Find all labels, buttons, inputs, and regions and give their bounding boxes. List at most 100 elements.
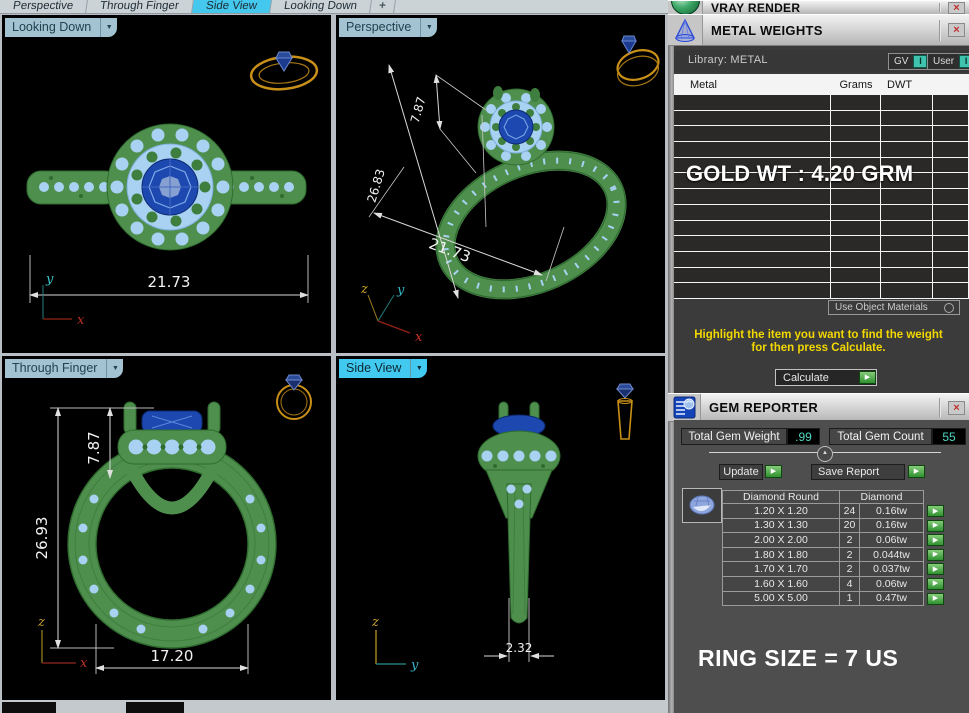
tab-side-view[interactable]: Side View bbox=[192, 0, 272, 13]
gem-row-play-button[interactable] bbox=[927, 505, 944, 517]
gold-weight-overlay: GOLD WT : 4.20 GRM bbox=[686, 161, 951, 187]
close-icon[interactable] bbox=[948, 23, 965, 37]
chevron-down-icon[interactable] bbox=[410, 359, 427, 378]
add-viewport-tab-button[interactable]: + bbox=[370, 0, 396, 13]
metal-table-cell bbox=[933, 111, 969, 126]
metal-table-cell bbox=[933, 142, 969, 157]
metal-table-cell bbox=[831, 142, 881, 157]
gem-table-row[interactable]: 5.00 X 5.0010.47tw bbox=[722, 592, 944, 607]
metal-table-cell bbox=[933, 189, 969, 204]
ring-render-front-view[interactable]: 7.87 26.93 17.20 z x bbox=[2, 356, 331, 700]
gem-table-row[interactable]: 2.00 X 2.0020.06tw bbox=[722, 533, 944, 548]
gem-row-play-button[interactable] bbox=[927, 549, 944, 561]
tab-perspective[interactable]: Perspective bbox=[0, 0, 88, 13]
gem-row-play-button[interactable] bbox=[927, 520, 944, 532]
chevron-down-icon[interactable] bbox=[420, 18, 437, 37]
save-report-button[interactable]: Save Report bbox=[811, 464, 905, 480]
viewport-title: Perspective bbox=[339, 18, 420, 37]
chevron-down-icon[interactable] bbox=[106, 359, 123, 378]
toggle-indicator: I bbox=[959, 55, 969, 68]
play-icon[interactable] bbox=[859, 371, 876, 384]
metal-table-cell bbox=[881, 252, 933, 267]
metal-table-cell bbox=[881, 268, 933, 283]
viewport-through-finger[interactable]: Through Finger bbox=[2, 356, 331, 700]
vray-render-panel-header[interactable]: VRAY RENDER bbox=[668, 0, 969, 15]
viewport-title-dropdown[interactable]: Perspective bbox=[339, 18, 437, 37]
gem-row-play-button[interactable] bbox=[927, 534, 944, 546]
gem-table-row[interactable]: 1.80 X 1.8020.044tw bbox=[722, 548, 944, 563]
svg-text:y: y bbox=[410, 658, 419, 673]
metal-table-row[interactable] bbox=[674, 95, 969, 111]
metal-table-cell bbox=[881, 205, 933, 220]
metal-table-row[interactable] bbox=[674, 221, 969, 237]
jewelry-cad-window: Perspective Through Finger Side View Loo… bbox=[0, 0, 969, 713]
center-stone bbox=[142, 159, 198, 215]
calculate-button[interactable]: Calculate bbox=[775, 369, 877, 386]
column-grams: Grams bbox=[831, 79, 881, 91]
metal-table-row[interactable] bbox=[674, 126, 969, 142]
ring-render-side-view[interactable]: 2.32 z y bbox=[336, 356, 665, 700]
bottom-tab-stub[interactable] bbox=[2, 702, 56, 713]
gem-table-row[interactable]: 1.20 X 1.20240.16tw bbox=[722, 504, 944, 519]
metal-table-cell bbox=[831, 236, 881, 251]
use-object-materials-toggle[interactable]: Use Object Materials bbox=[828, 300, 960, 315]
chevron-down-icon[interactable] bbox=[100, 18, 117, 37]
tab-looking-down[interactable]: Looking Down bbox=[270, 0, 372, 13]
metal-table-cell bbox=[831, 189, 881, 204]
viewport-looking-down[interactable]: Looking Down bbox=[2, 15, 331, 353]
gv-label: GV bbox=[894, 56, 908, 67]
gem-size-cell: 1.20 X 1.20 bbox=[722, 504, 840, 519]
metal-table-cell bbox=[933, 205, 969, 220]
update-button[interactable]: Update bbox=[719, 464, 763, 480]
update-play-icon[interactable] bbox=[765, 465, 782, 478]
viewport-title: Side View bbox=[339, 359, 410, 378]
viewport-perspective[interactable]: Perspective bbox=[336, 15, 665, 353]
metal-table-cell bbox=[674, 221, 831, 236]
metal-table-row[interactable] bbox=[674, 236, 969, 252]
viewport-title-dropdown[interactable]: Side View bbox=[339, 359, 427, 378]
gem-row-play-button[interactable] bbox=[927, 593, 944, 605]
gem-size-cell: 1.70 X 1.70 bbox=[722, 562, 840, 577]
metal-weights-panel-header[interactable]: METAL WEIGHTS bbox=[668, 14, 969, 46]
gem-table-row[interactable]: 1.70 X 1.7020.037tw bbox=[722, 562, 944, 577]
metal-table-row[interactable] bbox=[674, 283, 969, 299]
svg-text:z: z bbox=[360, 282, 368, 297]
axis-gizmo: y x bbox=[43, 272, 85, 328]
metal-table-row[interactable] bbox=[674, 252, 969, 268]
collapse-button[interactable] bbox=[817, 446, 833, 462]
svg-text:26.93: 26.93 bbox=[33, 517, 51, 560]
instruction-text: Highlight the item you want to find the … bbox=[668, 329, 969, 355]
svg-text:2.32: 2.32 bbox=[506, 641, 533, 655]
panel-title: VRAY RENDER bbox=[703, 1, 939, 15]
right-side-panel: VRAY RENDER METAL WEIGHTS Library: METAL bbox=[668, 0, 969, 713]
bottom-tab-stub[interactable] bbox=[126, 702, 184, 713]
gem-reporter-panel-header[interactable]: GEM REPORTER bbox=[668, 393, 969, 422]
metal-table-row[interactable] bbox=[674, 268, 969, 284]
svg-text:7.87: 7.87 bbox=[408, 95, 429, 125]
metal-table-row[interactable] bbox=[674, 111, 969, 127]
ring-render-perspective[interactable]: 7.87 26.83 21.73 z y x bbox=[336, 15, 665, 353]
close-icon[interactable] bbox=[948, 401, 965, 415]
viewport-title-dropdown[interactable]: Through Finger bbox=[5, 359, 123, 378]
close-icon[interactable] bbox=[948, 2, 965, 14]
viewport-side-view[interactable]: Side View bbox=[336, 356, 665, 700]
viewport-title-dropdown[interactable]: Looking Down bbox=[5, 18, 117, 37]
gv-toggle-button[interactable]: GV I bbox=[888, 53, 931, 70]
metal-table-row[interactable] bbox=[674, 189, 969, 205]
svg-text:7.87: 7.87 bbox=[85, 431, 103, 464]
svg-text:17.20: 17.20 bbox=[151, 647, 194, 665]
user-toggle-button[interactable]: User I bbox=[927, 53, 969, 70]
gem-row-play-button[interactable] bbox=[927, 578, 944, 590]
user-label: User bbox=[933, 56, 954, 67]
gem-table-row[interactable]: 1.60 X 1.6040.06tw bbox=[722, 577, 944, 592]
gem-table-row[interactable]: 1.30 X 1.30200.16tw bbox=[722, 519, 944, 534]
total-gem-weight-label: Total Gem Weight bbox=[681, 428, 787, 445]
gem-table-header: Diamond Round Diamond bbox=[722, 490, 944, 504]
save-report-play-icon[interactable] bbox=[908, 465, 925, 478]
ring-render-top-view[interactable]: 21.73 y x bbox=[2, 15, 331, 353]
gem-row-play-button[interactable] bbox=[927, 563, 944, 575]
metal-table-row[interactable] bbox=[674, 142, 969, 158]
header-divider bbox=[939, 3, 940, 12]
metal-table-row[interactable] bbox=[674, 205, 969, 221]
tab-through-finger[interactable]: Through Finger bbox=[86, 0, 193, 13]
